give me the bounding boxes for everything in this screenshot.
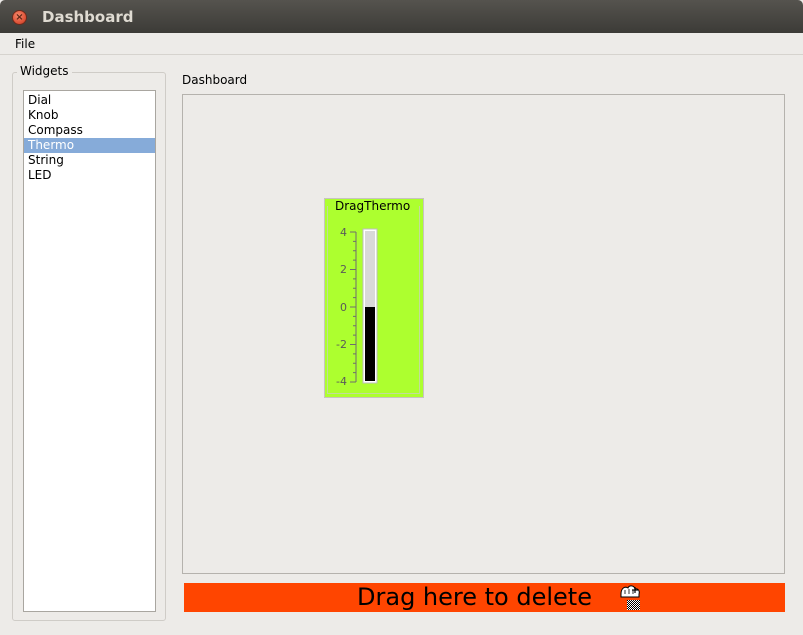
tick-label-0: 0 — [340, 301, 347, 314]
list-item-thermo[interactable]: Thermo — [24, 138, 155, 153]
list-item-string[interactable]: String — [24, 153, 155, 168]
thermo-scale — [350, 231, 357, 383]
list-item-dial[interactable]: Dial — [24, 93, 155, 108]
close-icon[interactable]: × — [12, 10, 27, 25]
thermo-gauge[interactable]: 4 2 0 -2 -4 — [324, 198, 424, 398]
tick-label-2: 2 — [340, 263, 347, 276]
delete-zone-label: Drag here to delete — [357, 583, 592, 611]
title-bar: × Dashboard — [0, 0, 803, 33]
list-item-led[interactable]: LED — [24, 168, 155, 183]
widget-list[interactable]: Dial Knob Compass Thermo String LED — [23, 90, 156, 612]
menu-file[interactable]: File — [15, 37, 35, 51]
menu-bar: File — [0, 33, 803, 55]
widgets-group-title: Widgets — [17, 64, 72, 78]
thermo-fill — [365, 307, 375, 381]
window-title: Dashboard — [42, 8, 134, 26]
list-item-knob[interactable]: Knob — [24, 108, 155, 123]
drag-copy-cursor-icon — [620, 585, 640, 610]
dashboard-area[interactable] — [182, 94, 785, 574]
tick-label-minus-4: -4 — [336, 375, 347, 388]
tick-label-4: 4 — [340, 226, 347, 239]
dashboard-label: Dashboard — [182, 73, 248, 87]
list-item-compass[interactable]: Compass — [24, 123, 155, 138]
tick-label-minus-2: -2 — [336, 338, 347, 351]
